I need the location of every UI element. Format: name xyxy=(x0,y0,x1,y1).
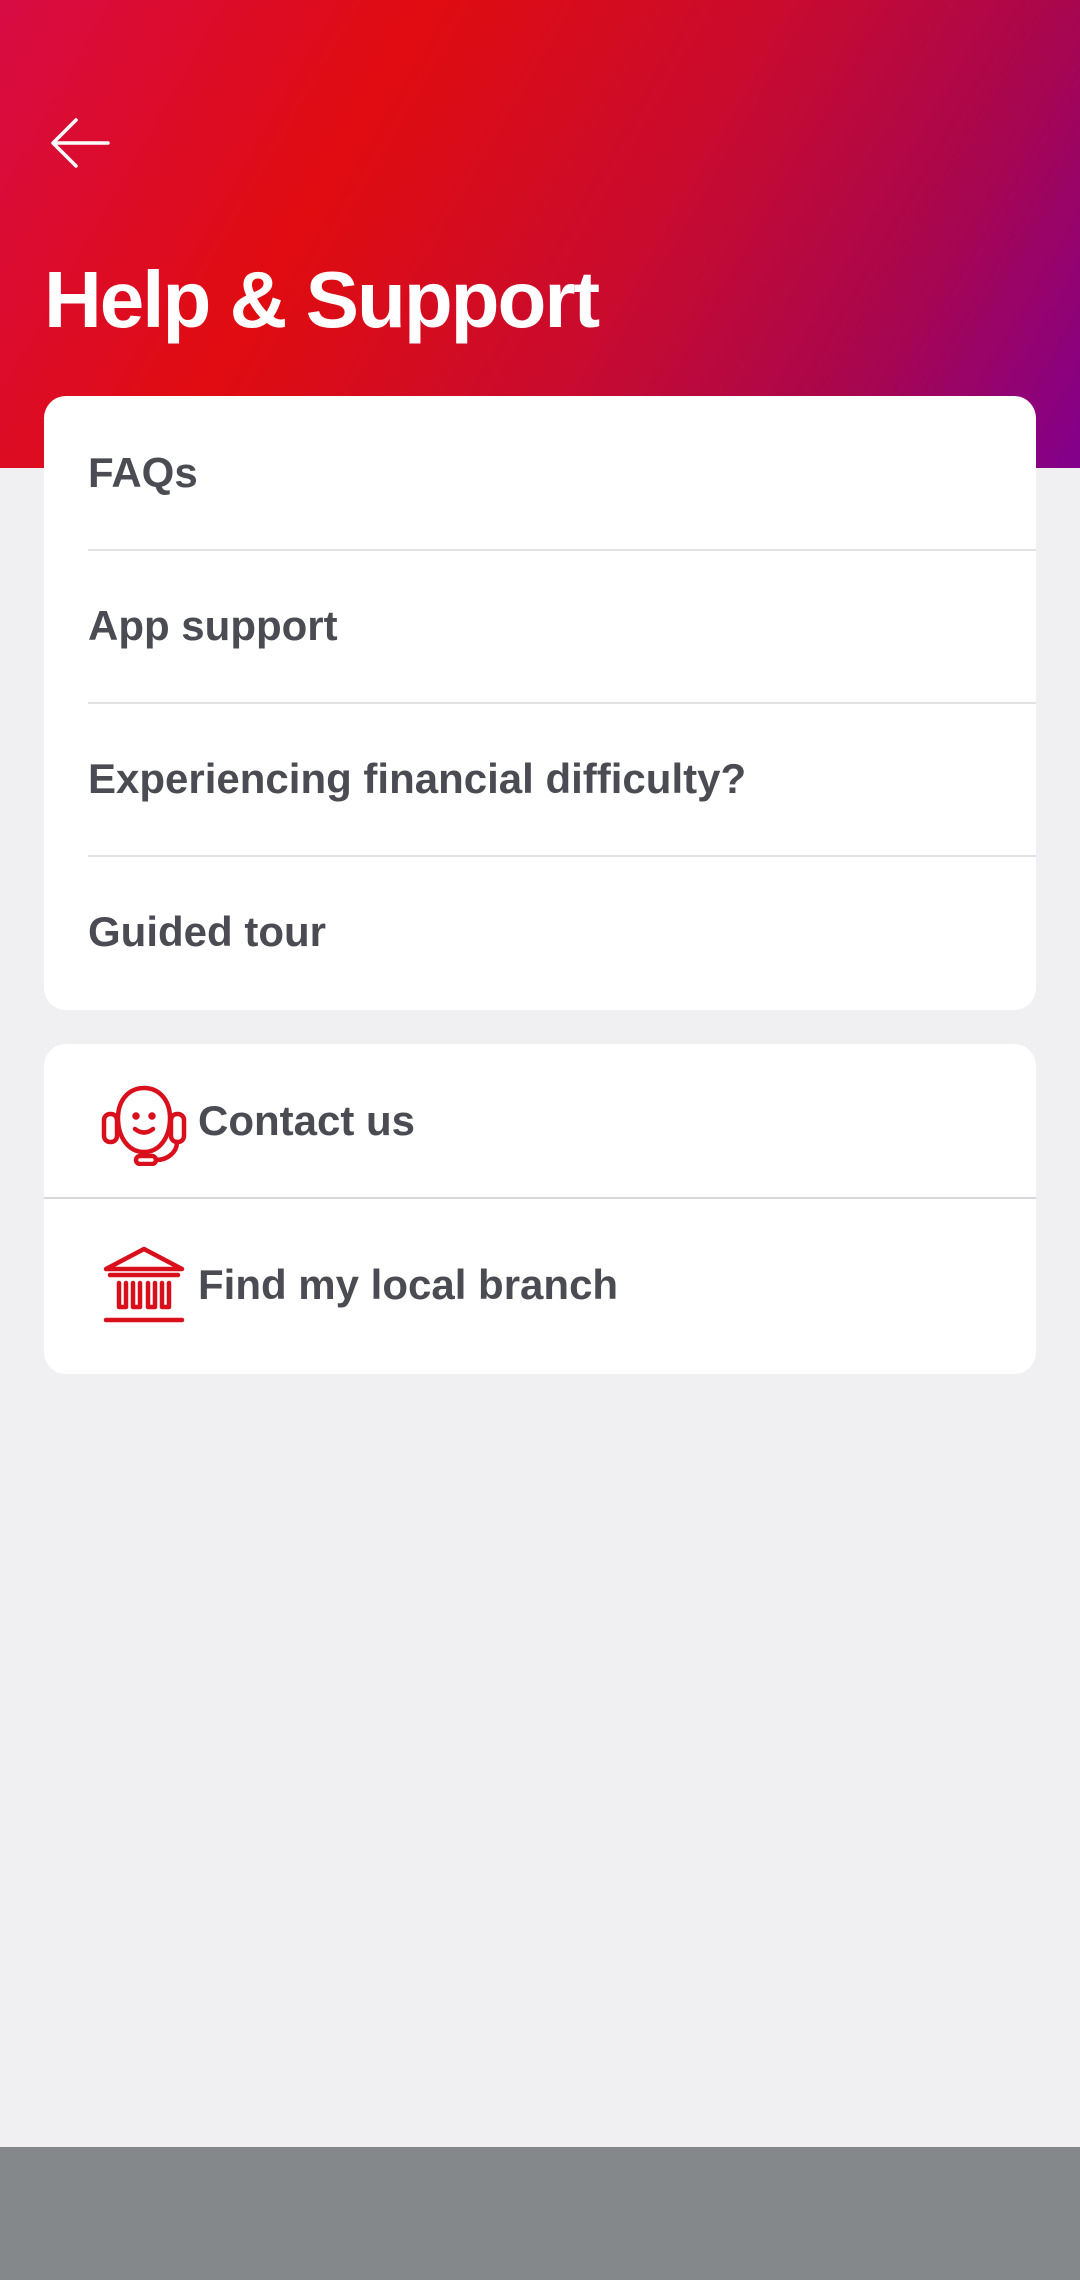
contact-us-button[interactable]: Contact us xyxy=(44,1044,1036,1197)
menu-item-financial-difficulty[interactable]: Experiencing financial difficulty? xyxy=(44,702,1036,855)
menu-item-faqs[interactable]: FAQs xyxy=(44,396,1036,549)
contact-card: Contact us Find my local branch xyxy=(44,1044,1036,1374)
menu-item-guided-tour[interactable]: Guided tour xyxy=(44,855,1036,1008)
contact-us-label: Contact us xyxy=(198,1096,416,1144)
page-title: Help & Support xyxy=(44,255,600,344)
help-menu-card: FAQs App support Experiencing financial … xyxy=(44,396,1036,1010)
arrow-left-icon xyxy=(51,118,110,168)
find-branch-button[interactable]: Find my local branch xyxy=(44,1197,1036,1372)
bottom-bar xyxy=(0,2147,1080,2280)
find-branch-label: Find my local branch xyxy=(198,1260,619,1308)
menu-item-app-support[interactable]: App support xyxy=(44,549,1036,702)
back-button[interactable] xyxy=(30,100,130,186)
